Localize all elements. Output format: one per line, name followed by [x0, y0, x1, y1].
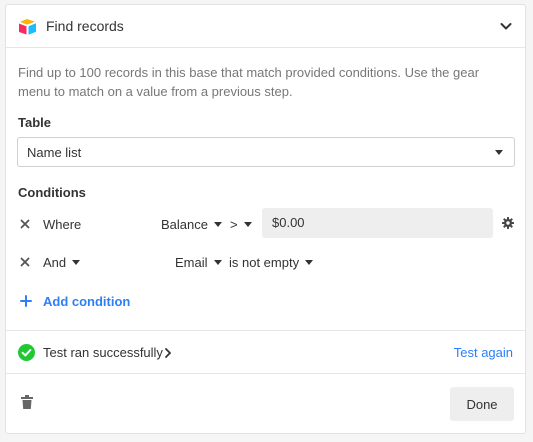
- condition-operator-dropdown[interactable]: is not empty: [229, 255, 314, 270]
- divider: [6, 330, 525, 331]
- find-records-panel: Find records Find up to 100 records in t…: [5, 4, 526, 434]
- airtable-logo-icon: [19, 19, 36, 35]
- table-label: Table: [18, 115, 51, 130]
- condition-field-label: Email: [175, 255, 208, 270]
- condition-field-dropdown[interactable]: Email: [175, 255, 222, 270]
- panel-header[interactable]: Find records: [6, 5, 525, 48]
- condition-connector-label: And: [43, 255, 67, 270]
- condition-value: $0.00: [272, 215, 305, 230]
- action-description: Find up to 100 records in this base that…: [18, 65, 480, 99]
- condition-operator-label: >: [230, 217, 238, 232]
- trash-icon[interactable]: [21, 395, 33, 409]
- table-select-value: Name list: [27, 145, 82, 160]
- caret-down-icon: [213, 260, 222, 265]
- plus-icon: [20, 295, 32, 307]
- caret-down-icon: [243, 222, 252, 227]
- caret-down-icon: [495, 150, 503, 155]
- condition-connector-dropdown[interactable]: And: [43, 255, 81, 270]
- condition-value-input[interactable]: $0.00: [262, 208, 493, 238]
- conditions-label: Conditions: [18, 185, 86, 200]
- condition-field-label: Balance: [161, 217, 208, 232]
- condition-operator-label: is not empty: [229, 255, 300, 270]
- remove-condition-icon[interactable]: [20, 257, 30, 267]
- test-status[interactable]: Test ran successfully: [43, 345, 163, 360]
- caret-down-icon: [305, 260, 314, 265]
- panel-title: Find records: [46, 18, 124, 34]
- condition-field-dropdown[interactable]: Balance: [161, 217, 222, 232]
- condition-operator-dropdown[interactable]: >: [230, 217, 252, 232]
- done-button[interactable]: Done: [450, 387, 514, 421]
- condition-connector: Where: [43, 217, 82, 232]
- chevron-right-icon[interactable]: [164, 348, 172, 358]
- caret-down-icon: [72, 260, 81, 265]
- chevron-down-icon[interactable]: [499, 19, 513, 33]
- caret-down-icon: [213, 222, 222, 227]
- add-condition-label: Add condition: [43, 294, 131, 309]
- table-select[interactable]: Name list: [17, 137, 515, 167]
- gear-icon[interactable]: [502, 217, 514, 229]
- success-check-icon: [18, 344, 35, 361]
- divider: [6, 373, 525, 374]
- remove-condition-icon[interactable]: [20, 219, 30, 229]
- test-again-link[interactable]: Test again: [454, 345, 513, 360]
